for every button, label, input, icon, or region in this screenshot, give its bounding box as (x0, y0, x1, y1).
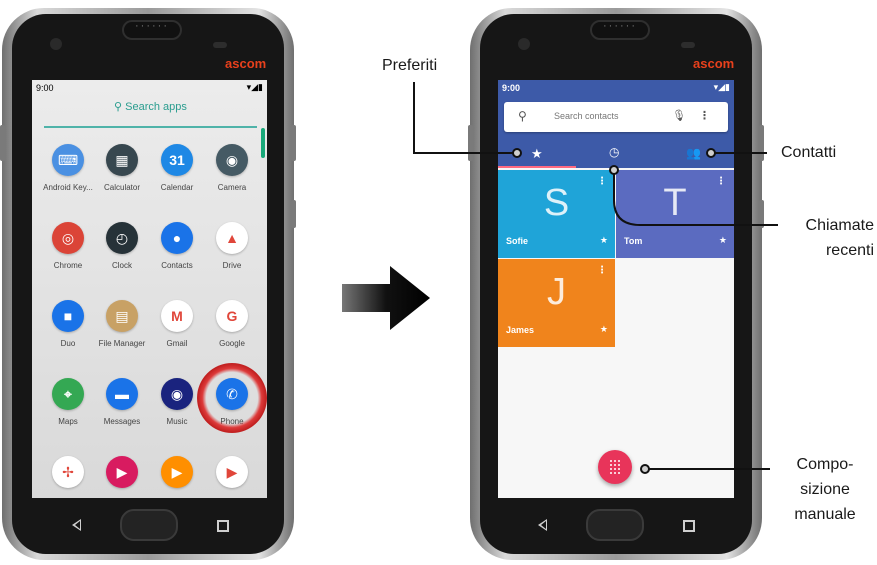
label-compo-line3: manuale (794, 506, 856, 523)
composizione-callout-dot (640, 464, 650, 474)
label-chiamate-recenti: Chiamate recenti (788, 213, 874, 263)
label-compo-line2: sizione (800, 481, 850, 498)
callout-lines (413, 82, 778, 470)
label-compo-line1: Compo- (796, 456, 854, 473)
preferiti-leader-line (413, 82, 517, 154)
label-contatti: Contatti (781, 144, 837, 161)
contatti-callout-dot (706, 148, 716, 158)
label-preferiti: Preferiti (382, 57, 438, 74)
label-chiamate-line1: Chiamate (805, 217, 874, 234)
chiamate-leader-line (613, 170, 778, 226)
label-composizione-manuale: Compo- sizione manuale (784, 452, 866, 527)
chiamate-callout-dot (609, 165, 619, 175)
label-chiamate-line2: recenti (825, 242, 874, 259)
preferiti-callout-dot (512, 148, 522, 158)
